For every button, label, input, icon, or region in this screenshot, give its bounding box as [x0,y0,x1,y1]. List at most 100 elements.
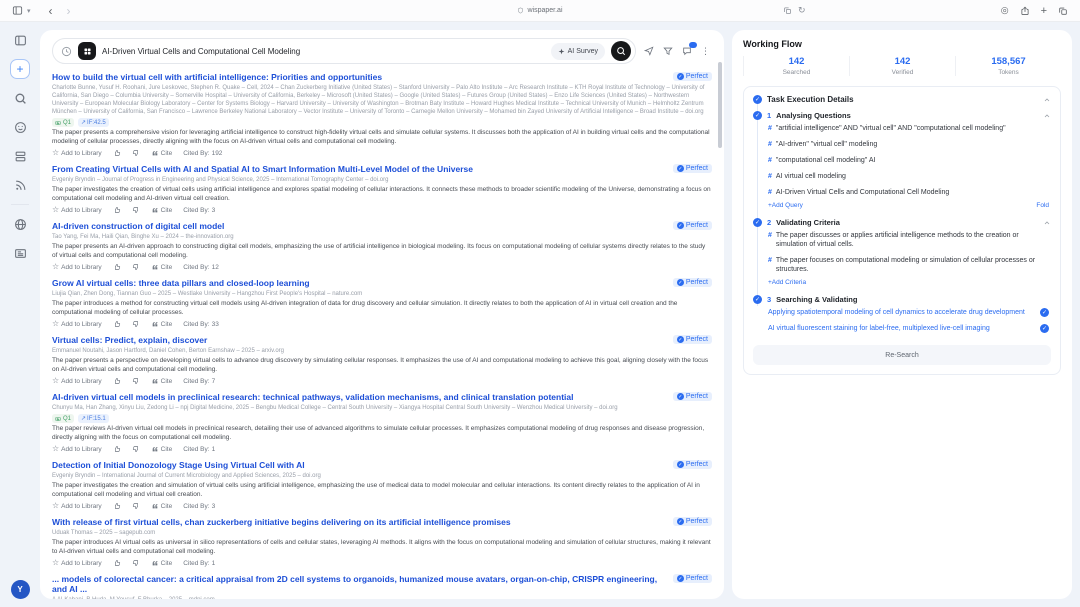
thumbs-down-button[interactable] [132,206,140,214]
add-to-library-button[interactable]: ☆Add to Library [52,149,102,157]
paper-title-link[interactable]: How to build the virtual cell with artif… [52,72,665,82]
filter-icon[interactable] [663,46,673,56]
paper-title-link[interactable]: Detection of Initial Donozology Stage Us… [52,460,665,470]
paper-title-link[interactable]: With release of first virtual cells, cha… [52,517,665,527]
thumbs-up-button[interactable] [113,263,121,271]
add-query-button[interactable]: +Add Query [768,202,803,209]
library-icon[interactable] [10,146,30,166]
address-bar[interactable]: wispaper.ai [0,0,1080,21]
paper-actions: ☆Add to Library Cite Cited By: 1 [52,445,712,453]
thumbs-up-button[interactable] [113,559,121,567]
user-avatar[interactable]: Y [11,580,30,599]
task-details-header[interactable]: ✓ Task Execution Details [753,95,1051,104]
searching-link[interactable]: Applying spatiotemporal modeling of cell… [768,308,1034,317]
query-item[interactable]: # AI virtual cell modeling [753,168,1051,184]
query-item[interactable]: # "AI-driven" "virtual cell" modeling [753,136,1051,152]
paper-title-link[interactable]: Grow AI virtual cells: three data pillar… [52,278,665,288]
discover-icon[interactable] [10,214,30,234]
cite-button[interactable]: Cite [151,320,173,328]
thumbs-up-button[interactable] [113,377,121,385]
back-button[interactable]: ‹ [49,5,53,17]
chat-button[interactable] [682,46,692,56]
fold-button[interactable]: Fold [1036,202,1049,209]
thumbs-down-button[interactable] [132,149,140,157]
add-to-library-button[interactable]: ☆Add to Library [52,263,102,271]
paper-title-link[interactable]: ... models of colorectal cancer: a criti… [52,574,665,594]
new-search-button[interactable]: + [10,59,30,79]
mode-button[interactable] [78,42,96,60]
thumbs-down-icon [132,320,140,328]
add-to-library-button[interactable]: ☆Add to Library [52,206,102,214]
searching-link[interactable]: AI virtual fluorescent staining for labe… [768,324,1034,333]
cited-by-count: Cited By: 3 [183,503,215,510]
collapse-sidebar-icon[interactable] [10,30,30,50]
check-icon: ✓ [677,518,684,525]
thumbs-up-button[interactable] [113,445,121,453]
paper-title-link[interactable]: AI-driven construction of digital cell m… [52,221,665,231]
new-tab-icon[interactable]: + [1041,5,1047,17]
add-to-library-button[interactable]: ☆Add to Library [52,377,102,385]
cite-button[interactable]: Cite [151,149,173,157]
cite-button[interactable]: Cite [151,559,173,567]
cite-button[interactable]: Cite [151,502,173,510]
cite-button[interactable]: Cite [151,445,173,453]
add-to-library-button[interactable]: ☆Add to Library [52,502,102,510]
paper-title-link[interactable]: From Creating Virtual Cells with AI and … [52,164,665,174]
collapse-icon[interactable] [1043,96,1051,104]
thumbs-up-button[interactable] [113,502,121,510]
section-validating-header[interactable]: ✓ 2 Validating Criteria [753,218,1051,227]
add-to-library-button[interactable]: ☆Add to Library [52,559,102,567]
search-input[interactable]: AI-Driven Virtual Cells and Computationa… [52,38,636,64]
criteria-item[interactable]: # The paper discusses or applies artific… [753,227,1051,252]
query-item[interactable]: # "computational cell modeling" AI [753,152,1051,168]
thumbs-down-icon [132,263,140,271]
assistant-icon[interactable] [10,117,30,137]
export-icon[interactable] [644,46,654,56]
criteria-item[interactable]: # The paper focuses on computational mod… [753,252,1051,277]
paper-title-link[interactable]: AI-driven virtual cell models in preclin… [52,392,665,402]
thumbs-up-button[interactable] [113,149,121,157]
thumbs-down-button[interactable] [132,502,140,510]
news-icon[interactable] [10,243,30,263]
share-icon[interactable] [1020,6,1030,16]
thumbs-down-button[interactable] [132,445,140,453]
reload-icon[interactable]: ↻ [798,5,806,16]
thumbs-down-button[interactable] [132,559,140,567]
re-search-button[interactable]: Re-Search [753,345,1051,365]
query-item[interactable]: # "artificial intelligence" AND "virtual… [753,120,1051,136]
thumbs-down-button[interactable] [132,320,140,328]
query-item[interactable]: # AI-Driven Virtual Cells and Computatio… [753,184,1051,200]
tab-overview-icon[interactable] [1058,6,1068,16]
section-analysing-header[interactable]: ✓ 1 Analysing Questions [753,111,1051,120]
cite-button[interactable]: Cite [151,377,173,385]
page-target-icon[interactable]: ◎ [1001,5,1009,16]
search-submit-button[interactable] [611,41,631,61]
sparkle-icon [558,48,565,55]
thumbs-down-button[interactable] [132,263,140,271]
scrollbar-thumb[interactable] [718,62,722,148]
search-icon[interactable] [10,88,30,108]
tab-group-icon[interactable] [783,6,792,15]
thumbs-up-button[interactable] [113,320,121,328]
search-query[interactable]: AI-Driven Virtual Cells and Computationa… [102,47,545,56]
add-criteria-button[interactable]: +Add Criteria [768,279,806,286]
thumbs-up-button[interactable] [113,206,121,214]
sidebar-toggle-icon[interactable] [12,5,23,16]
more-options-icon[interactable]: ⋮ [701,46,710,57]
history-icon[interactable] [61,46,72,57]
add-to-library-button[interactable]: ☆Add to Library [52,320,102,328]
collapse-icon[interactable] [1043,112,1051,120]
done-check-icon: ✓ [1040,324,1049,333]
chevron-down-icon[interactable]: ▾ [27,7,31,15]
thumbs-down-button[interactable] [132,377,140,385]
cite-button[interactable]: Cite [151,263,173,271]
collapse-icon[interactable] [1043,219,1051,227]
match-quality-label: Perfect [686,518,708,525]
ai-survey-button[interactable]: AI Survey [551,43,605,60]
feed-icon[interactable] [10,175,30,195]
cite-button[interactable]: Cite [151,206,173,214]
add-to-library-button[interactable]: ☆Add to Library [52,445,102,453]
forward-button[interactable]: › [67,5,71,17]
paper-title-link[interactable]: Virtual cells: Predict, explain, discove… [52,335,665,345]
section-searching-header[interactable]: ✓ 3 Searching & Validating [753,295,1051,304]
